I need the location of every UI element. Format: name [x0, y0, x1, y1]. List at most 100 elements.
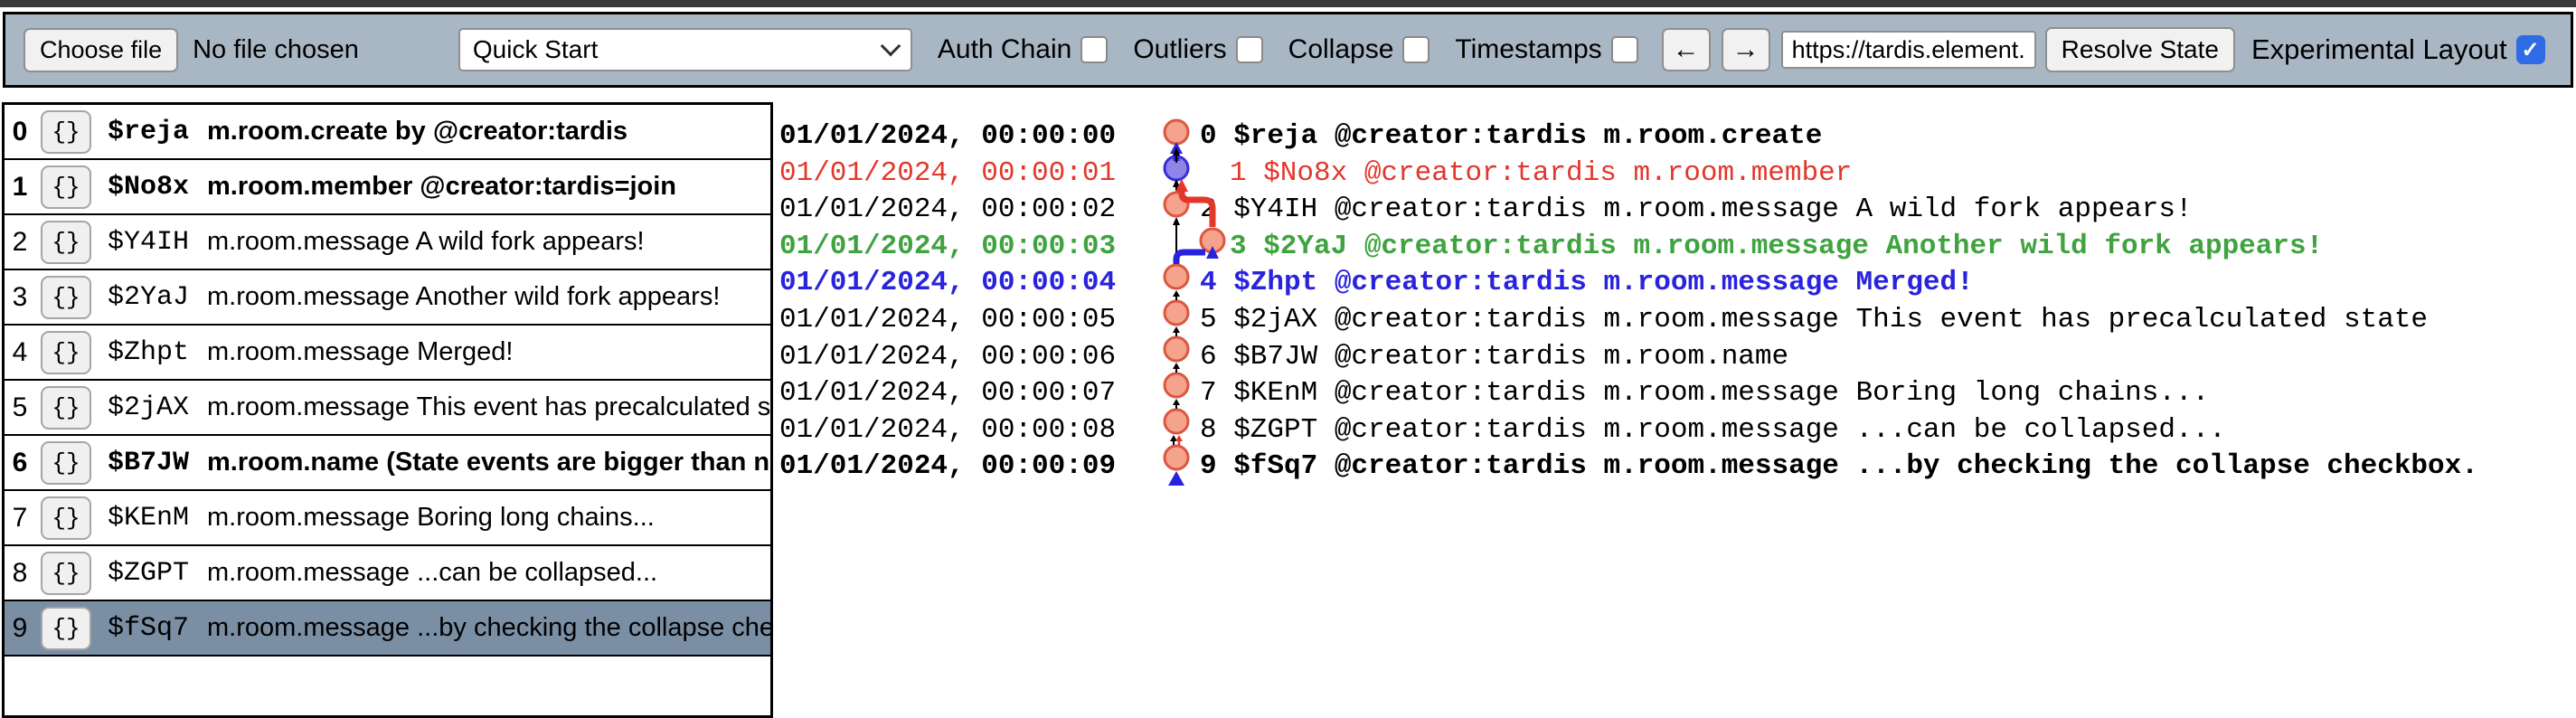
event-list-row[interactable]: 7{}$KEnMm.room.message Boring long chain… [5, 491, 770, 546]
dag-node-0[interactable] [1165, 120, 1188, 144]
json-braces-button[interactable]: {} [41, 441, 91, 485]
event-timestamp: 01/01/2024, 00:00:02 [779, 191, 1116, 228]
event-timestamp: 01/01/2024, 00:00:05 [779, 301, 1116, 338]
choose-file-button[interactable]: Choose file [24, 28, 178, 72]
event-list-row[interactable]: 4{}$Zhptm.room.message Merged! [5, 326, 770, 381]
json-braces-button[interactable]: {} [41, 221, 91, 264]
collapse-checkbox[interactable] [1402, 36, 1430, 63]
json-braces-button[interactable]: {} [41, 607, 91, 650]
event-list-row[interactable]: 3{}$2YaJm.room.message Another wild fork… [5, 270, 770, 326]
event-summary[interactable]: 5 $2jAX @creator:tardis m.room.message T… [1200, 301, 2428, 338]
event-index: 7 [5, 503, 35, 534]
dag-node-6[interactable] [1165, 337, 1188, 361]
event-timestamp: 01/01/2024, 00:00:00 [779, 118, 1116, 155]
dag-node-4[interactable] [1165, 265, 1188, 288]
event-summary[interactable]: 9 $fSq7 @creator:tardis m.room.message .… [1200, 448, 2478, 485]
experimental-layout-checkbox[interactable]: ✓ [2516, 35, 2545, 64]
event-description: m.room.message ...can be collapsed... [207, 558, 657, 588]
event-index: 6 [5, 448, 35, 478]
event-list-row[interactable]: 0{} $reja m.room.create by @creator:tardis [5, 105, 770, 160]
event-summary[interactable]: 2 $Y4IH @creator:tardis m.room.message A… [1200, 191, 2193, 228]
event-id: $2jAX [108, 392, 189, 423]
experimental-layout-label: Experimental Layout [2251, 33, 2507, 66]
arrow-left-icon: ← [1673, 34, 1700, 65]
event-description: m.room.member @creator:tardis=join [207, 172, 676, 202]
json-braces-button[interactable]: {} [41, 386, 91, 430]
scenario-select-value: Quick Start [473, 35, 598, 64]
event-list-row[interactable]: 6{} $B7JW m.room.name (State events are bi… [5, 436, 770, 491]
event-id: $B7JW [108, 448, 189, 478]
dag-arrowhead-6-5 [1173, 326, 1180, 333]
chevron-down-icon [881, 36, 901, 57]
event-id: $Zhpt [108, 337, 189, 368]
event-description: m.room.message This event has precalcula… [207, 392, 770, 422]
event-timestamp: 01/01/2024, 00:00:09 [779, 448, 1116, 485]
event-index: 0 [5, 117, 35, 147]
event-id: $No8x [108, 172, 189, 203]
back-button[interactable]: ← [1662, 28, 1711, 71]
event-summary[interactable]: 8 $ZGPT @creator:tardis m.room.message .… [1200, 411, 2226, 449]
json-braces-button[interactable]: {} [41, 165, 91, 209]
event-list-row[interactable]: 2{}$Y4IHm.room.message A wild fork appea… [5, 215, 770, 270]
event-list-row[interactable]: 1{} $No8x m.room.member @creator:tardis=jo… [5, 160, 770, 215]
event-index: 5 [5, 392, 35, 423]
event-timestamp: 01/01/2024, 00:00:07 [779, 374, 1116, 411]
json-braces-button[interactable]: {} [41, 331, 91, 374]
event-list-row[interactable]: 9{}$fSq7m.room.message ...by checking th… [5, 601, 770, 657]
event-list-row[interactable]: 8{} $ZGPT m.room.message ...can be collaps… [5, 546, 770, 601]
json-braces-button[interactable]: {} [41, 276, 91, 319]
event-summary[interactable]: 0 $reja @creator:tardis m.room.create [1200, 118, 1822, 155]
json-braces-button[interactable]: {} [41, 552, 91, 595]
event-description: m.room.message ...by checking the collap… [207, 613, 770, 643]
event-list-panel: 0{}$rejam.room.create by @creator:tardis… [2, 102, 773, 718]
json-braces-button[interactable]: {} [41, 110, 91, 154]
event-index: 4 [5, 337, 35, 368]
event-summary[interactable]: 4 $Zhpt @creator:tardis m.room.message M… [1200, 264, 1974, 301]
event-description: m.room.name (State events are bigger tha… [207, 448, 769, 477]
arrow-right-icon: → [1732, 34, 1760, 65]
event-list-row[interactable]: 5{} $2jAX m.room.message This event has pr… [5, 381, 770, 436]
dag-svg [1160, 99, 1241, 502]
event-index: 8 [5, 558, 35, 589]
dag-node-8[interactable] [1165, 410, 1188, 433]
toolbar: Choose file No file chosen Quick Start A… [3, 12, 2573, 88]
event-timestamp: 01/01/2024, 00:00:01 [779, 155, 1116, 192]
event-index: 1 [5, 172, 35, 203]
dag-node-5[interactable] [1165, 301, 1188, 325]
event-summary[interactable]: 7 $KEnM @creator:tardis m.room.message B… [1200, 374, 2209, 411]
event-index: 9 [5, 613, 35, 644]
forward-button[interactable]: → [1722, 28, 1770, 71]
dag-arrowhead-9-8-red [1175, 435, 1183, 441]
event-id: $ZGPT [108, 558, 189, 589]
event-id: $reja [108, 117, 189, 147]
event-description: m.room.create by @creator:tardis [207, 117, 627, 146]
event-index: 3 [5, 282, 35, 313]
dag-nodes-group [1165, 120, 1224, 469]
event-timestamp: 01/01/2024, 00:00:06 [779, 338, 1116, 375]
event-description: m.room.message Boring long chains... [207, 503, 655, 533]
dag-node-7[interactable] [1165, 373, 1188, 397]
resolve-state-button[interactable]: Resolve State [2045, 27, 2235, 72]
auth-chain-label: Auth Chain [938, 34, 1071, 65]
dag-edge-4-3-blue [1176, 252, 1205, 264]
auth-chain-checkbox[interactable] [1080, 36, 1108, 63]
window-top-strip [0, 0, 2576, 7]
event-list: 0{}$rejam.room.create by @creator:tardis… [5, 105, 770, 657]
event-id: $2YaJ [108, 282, 189, 313]
server-url-input[interactable] [1781, 31, 2036, 69]
dag-node-9[interactable] [1165, 446, 1188, 469]
dag-arrowhead-7-6 [1173, 363, 1180, 369]
event-summary[interactable]: 3 $2YaJ @creator:tardis m.room.message A… [1230, 228, 2323, 265]
collapse-label: Collapse [1288, 34, 1394, 65]
event-timestamp: 01/01/2024, 00:00:08 [779, 411, 1116, 449]
timestamps-checkbox[interactable] [1611, 36, 1638, 63]
outliers-checkbox[interactable] [1236, 36, 1263, 63]
outliers-label: Outliers [1133, 34, 1226, 65]
event-summary[interactable]: 6 $B7JW @creator:tardis m.room.name [1200, 338, 1788, 375]
json-braces-button[interactable]: {} [41, 496, 91, 540]
scenario-select[interactable]: Quick Start [458, 28, 912, 71]
dag-arrowhead-8-7 [1173, 399, 1180, 405]
event-summary[interactable]: 1 $No8x @creator:tardis m.room.member [1230, 155, 1852, 192]
dag-start-marker [1168, 471, 1184, 486]
file-status-text: No file chosen [193, 35, 359, 65]
